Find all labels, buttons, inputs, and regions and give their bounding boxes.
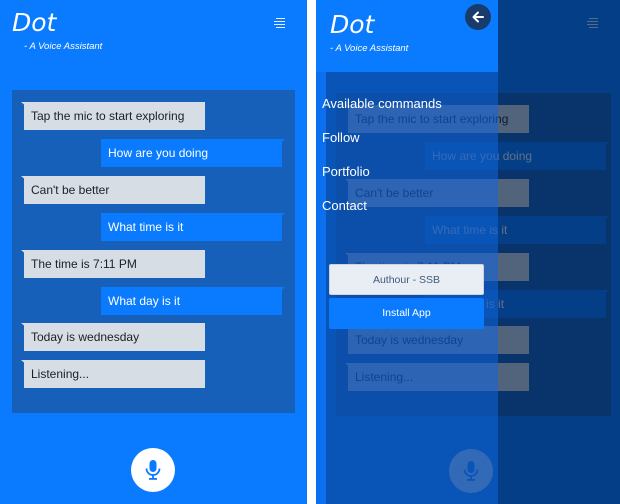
chat-message-user: What time is it: [101, 213, 285, 241]
chat-message-bot: Tap the mic to start exploring: [21, 102, 205, 130]
chat-message-user: How are you doing: [101, 139, 285, 167]
microphone-icon: [145, 460, 161, 480]
nav-item-available-commands[interactable]: Available commands: [322, 96, 442, 111]
main-screen: Dot - A Voice Assistant Tap the mic to s…: [0, 0, 307, 504]
chat-message-bot: Listening...: [21, 360, 205, 388]
nav-item-contact[interactable]: Contact: [322, 198, 367, 213]
author-button[interactable]: Authour - SSB: [329, 264, 484, 295]
chat-message-bot: Can't be better: [21, 176, 205, 204]
nav-item-follow[interactable]: Follow: [322, 130, 360, 145]
mic-button[interactable]: [131, 448, 175, 492]
drawer-subtitle: - A Voice Assistant: [330, 43, 409, 54]
drawer-screen: Dot Tap the mic to start exploring How a…: [316, 0, 620, 504]
drawer-title: Dot: [330, 10, 375, 39]
menu-icon[interactable]: [273, 16, 285, 28]
nav-item-portfolio[interactable]: Portfolio: [322, 164, 370, 179]
back-button[interactable]: [465, 4, 491, 30]
arrow-left-icon: [472, 11, 484, 23]
chat-panel: Tap the mic to start exploring How are y…: [12, 90, 295, 413]
install-app-button[interactable]: Install App: [329, 298, 484, 329]
chat-message-bot: The time is 7:11 PM: [21, 250, 205, 278]
app-subtitle: - A Voice Assistant: [24, 41, 103, 52]
chat-message-user: What day is it: [101, 287, 285, 315]
chat-message-bot: Today is wednesday: [21, 323, 205, 351]
nav-drawer: Dot - A Voice Assistant Available comman…: [316, 0, 498, 504]
app-title: Dot: [12, 8, 57, 37]
